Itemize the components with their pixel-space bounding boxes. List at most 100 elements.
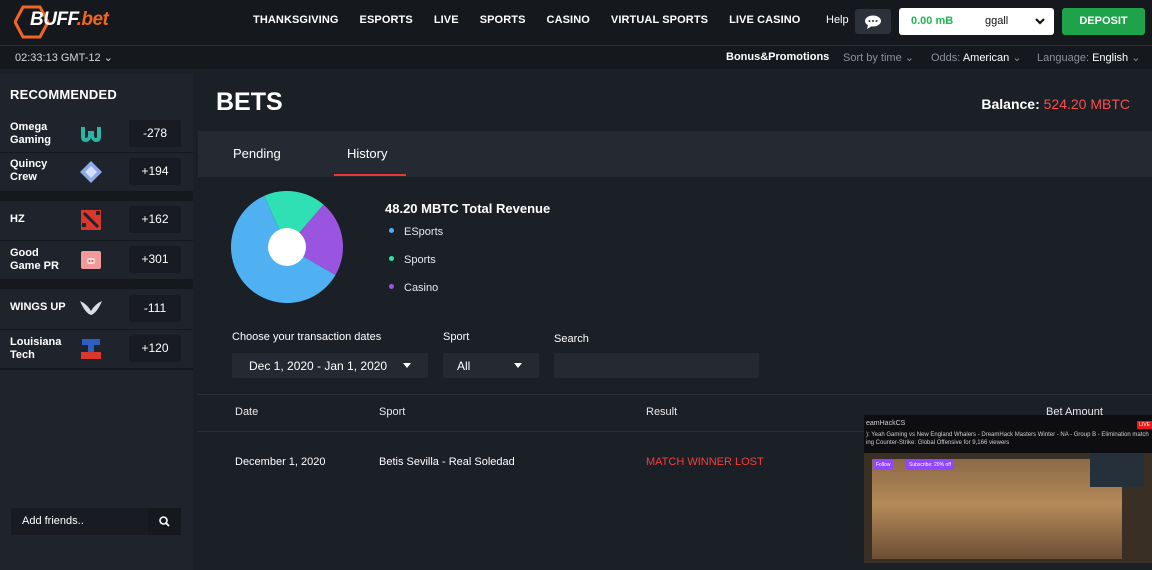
row-result: MATCH WINNER LOST <box>646 456 764 468</box>
sort-label: Sort by time <box>843 52 902 64</box>
search-input[interactable] <box>554 353 759 378</box>
divider <box>0 279 193 289</box>
legend-dot <box>389 228 394 233</box>
stream-video-player[interactable]: eamHackCS ): Yeah Gaming vs New England … <box>864 415 1152 563</box>
recommended-title: RECOMMENDED <box>10 87 117 102</box>
legend-item-sports: Sports <box>389 254 436 266</box>
nav-virtual-sports[interactable]: VIRTUAL SPORTS <box>611 14 708 26</box>
streamer-webcam <box>1090 453 1144 487</box>
team-name: Good Game PR <box>10 247 59 272</box>
sport-label: Sport <box>443 331 470 343</box>
legend-label: Sports <box>404 254 436 266</box>
total-revenue: 48.20 MBTC Total Revenue <box>385 201 551 216</box>
stream-channel: eamHackCS <box>866 420 906 427</box>
language-dropdown[interactable]: Language: English ⌄ <box>1037 51 1140 64</box>
latech-icon <box>81 339 101 359</box>
dates-label: Choose your transaction dates <box>232 331 382 343</box>
column-header-result: Result <box>646 406 678 418</box>
wallet-dropdown[interactable]: 0.00 mB ggall <box>899 8 1054 35</box>
caret-down-icon <box>514 363 522 368</box>
language-label: Language: <box>1037 52 1089 64</box>
team-row-hz[interactable]: HZ +162 <box>0 201 193 239</box>
odds-value: American <box>962 52 1010 64</box>
odds-button[interactable]: +194 <box>129 158 181 185</box>
page-title: BETS <box>216 88 283 116</box>
odds-button[interactable]: +162 <box>129 206 181 233</box>
bonus-promotions-link[interactable]: Bonus&Promotions <box>726 51 829 63</box>
team-row-wings-up[interactable]: WINGS UP -111 <box>0 290 193 328</box>
clock-dropdown[interactable]: 02:33:13 GMT-12 ⌄ <box>15 51 113 64</box>
team-name: Omega Gaming <box>10 121 51 146</box>
tab-history[interactable]: History <box>347 146 387 161</box>
sport-value: All <box>457 359 471 373</box>
row-sport: Betis Sevilla - Real Soledad <box>379 456 515 468</box>
top-bar: BUFF.bet THANKSGIVING ESPORTS LIVE SPORT… <box>0 0 1152 45</box>
help-link[interactable]: Help <box>826 14 849 26</box>
chat-button[interactable] <box>855 9 891 34</box>
legend-dot <box>389 284 394 289</box>
odds-label: Odds: <box>931 52 961 64</box>
chevron-down-icon: ⌄ <box>1131 52 1141 64</box>
stream-header: eamHackCS ): Yeah Gaming vs New England … <box>864 415 1152 453</box>
deposit-button[interactable]: DEPOSIT <box>1062 8 1145 35</box>
nav-esports[interactable]: ESPORTS <box>360 14 413 26</box>
quincy-icon <box>80 161 102 183</box>
stream-subtitle: ing Counter-Strike: Global Offensive for… <box>866 440 1010 446</box>
nav-live[interactable]: LIVE <box>434 14 459 26</box>
team-row-omega-gaming[interactable]: Omega Gaming -278 <box>0 115 193 153</box>
odds-button[interactable]: -111 <box>129 295 181 322</box>
team-row-good-game-pr[interactable]: Good Game PR +301 <box>0 241 193 279</box>
tab-pending[interactable]: Pending <box>233 146 281 161</box>
search-label: Search <box>554 333 589 345</box>
subscribe-button[interactable]: Subscribe: 20% off <box>906 460 954 470</box>
brand-logo[interactable]: BUFF.bet <box>30 9 109 31</box>
team-row-louisiana-tech[interactable]: Louisiana Tech +120 <box>0 330 193 368</box>
team-name: Quincy Crew <box>10 158 48 183</box>
nav-casino[interactable]: CASINO <box>547 14 590 26</box>
balance-display: Balance: 524.20 MBTC <box>981 96 1130 112</box>
username: ggall <box>985 15 1009 27</box>
revenue-pie-chart <box>231 191 343 303</box>
date-range-value: Dec 1, 2020 - Jan 1, 2020 <box>249 359 388 373</box>
column-header-sport: Sport <box>379 406 406 418</box>
main-nav: THANKSGIVING ESPORTS LIVE SPORTS CASINO … <box>253 14 821 26</box>
odds-button[interactable]: +301 <box>129 246 181 273</box>
legend-label: Casino <box>404 282 439 294</box>
nav-sports[interactable]: SPORTS <box>480 14 526 26</box>
legend-item-casino: Casino <box>389 282 438 294</box>
sport-dropdown[interactable]: All <box>443 353 539 378</box>
add-friends-input[interactable]: Add friends.. <box>11 508 181 535</box>
wings-icon <box>80 301 102 315</box>
live-badge: LIVE <box>1137 421 1152 429</box>
language-value: English <box>1092 52 1129 64</box>
nav-live-casino[interactable]: LIVE CASINO <box>729 14 800 26</box>
chevron-down-icon: ⌄ <box>904 52 914 64</box>
add-friends-placeholder: Add friends.. <box>22 515 84 527</box>
follow-button[interactable]: Follow <box>873 460 894 470</box>
brand-suffix: .bet <box>76 9 109 30</box>
clock-text: 02:33:13 GMT-12 <box>15 52 101 64</box>
row-date: December 1, 2020 <box>235 456 326 468</box>
legend-dot <box>389 256 394 261</box>
pig-icon <box>81 251 101 269</box>
legend-item-esports: ESports <box>389 226 443 238</box>
balance-value: 524.20 MBTC <box>1043 96 1130 112</box>
nav-thanksgiving[interactable]: THANKSGIVING <box>253 14 339 26</box>
odds-button[interactable]: +120 <box>129 335 181 362</box>
search-button[interactable] <box>148 508 181 535</box>
odds-button[interactable]: -278 <box>129 120 181 147</box>
legend-label: ESports <box>404 226 444 238</box>
team-name: HZ <box>10 213 25 225</box>
date-range-dropdown[interactable]: Dec 1, 2020 - Jan 1, 2020 <box>232 353 428 378</box>
team-name: Louisiana Tech <box>10 336 62 361</box>
team-row-quincy-crew[interactable]: Quincy Crew +194 <box>0 153 193 191</box>
odds-dropdown[interactable]: Odds: American ⌄ <box>931 51 1022 64</box>
wallet-balance: 0.00 mB <box>911 15 954 27</box>
team-name: WINGS UP <box>10 301 66 313</box>
chevron-down-icon: ⌄ <box>103 52 113 64</box>
caret-down-icon <box>403 363 411 368</box>
sort-dropdown[interactable]: Sort by time ⌄ <box>843 51 914 64</box>
stream-gameplay <box>872 459 1122 559</box>
active-tab-indicator <box>334 174 406 176</box>
pie-center-hole <box>268 228 306 266</box>
